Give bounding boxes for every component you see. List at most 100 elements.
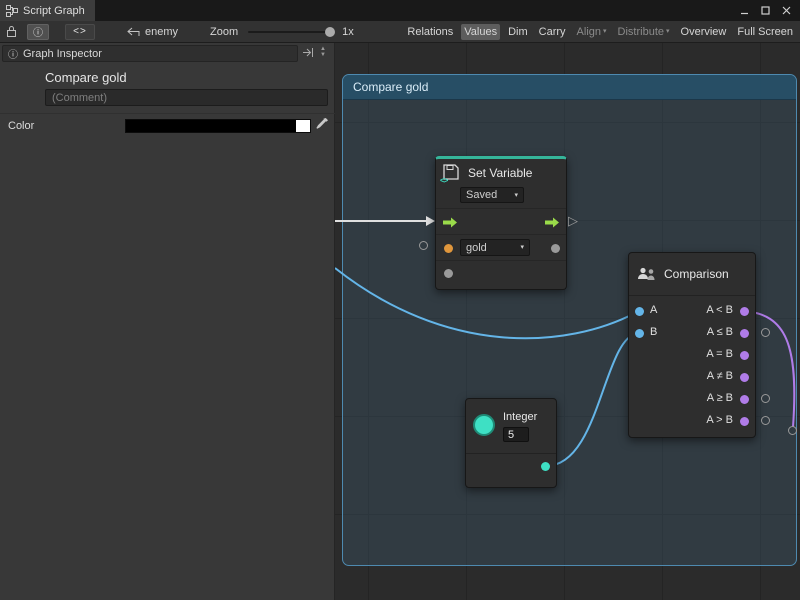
output-label: A ≤ B [707, 326, 733, 338]
tab-label: Script Graph [23, 5, 85, 17]
variable-kind-port[interactable] [444, 244, 453, 253]
input-a-label: A [650, 304, 657, 316]
graph-canvas[interactable]: Compare gold <> Set Variable Saved ▾ [335, 43, 800, 600]
zoom-slider[interactable] [248, 31, 332, 33]
close-icon[interactable] [782, 6, 791, 15]
color-alpha-segment [296, 120, 310, 132]
carry-button[interactable]: Carry [536, 24, 569, 40]
value-in-port[interactable] [444, 269, 453, 278]
integer-type-icon [473, 414, 495, 436]
comparison-node[interactable]: Comparison A A < B B A ≤ B A = B A ≠ B [628, 252, 756, 438]
flow-row [436, 208, 566, 234]
unconnected-port[interactable] [761, 416, 770, 425]
window-controls [740, 6, 800, 15]
save-variable-icon: <> [442, 163, 462, 183]
node-title: Comparison [664, 267, 729, 281]
flow-out-port[interactable] [544, 217, 560, 228]
comparison-row: A > B [629, 410, 755, 432]
divider [0, 113, 335, 114]
distribute-dropdown-button[interactable]: Distribute ▾ [615, 24, 673, 40]
output-a-less-b-port[interactable] [740, 307, 749, 316]
values-button[interactable]: Values [461, 24, 500, 40]
flow-continue-port[interactable]: ▷ [568, 214, 578, 227]
graph-icon [6, 5, 18, 17]
overview-button[interactable]: Overview [678, 24, 730, 40]
toolbar-buttons: Relations Values Dim Carry Align ▾ Distr… [404, 24, 800, 40]
relations-button[interactable]: Relations [404, 24, 456, 40]
integer-node[interactable]: Integer 5 [465, 398, 557, 488]
zoom-value: 1x [342, 26, 354, 38]
variable-name-dropdown[interactable]: gold ▾ [460, 239, 530, 256]
chevron-down-icon: ▾ [520, 244, 524, 251]
wire-endpoint-port[interactable] [788, 426, 797, 435]
maximize-icon[interactable] [761, 6, 770, 15]
graph-inspector-panel: ⓘ Graph Inspector ▲ ▼ Compare gold Color [0, 43, 335, 600]
output-label: A > B [706, 414, 733, 426]
output-a-eq-b-port[interactable] [740, 351, 749, 360]
variable-name-row: gold ▾ [436, 234, 566, 260]
tab-script-graph[interactable]: Script Graph [0, 0, 95, 21]
color-label: Color [8, 120, 34, 132]
lock-icon[interactable] [6, 25, 17, 38]
code-icon: <> [73, 26, 87, 37]
code-view-button[interactable]: <> [65, 24, 95, 40]
variable-kind-dropdown[interactable]: Saved ▾ [460, 187, 524, 203]
input-b-label: B [650, 326, 657, 338]
output-label: A = B [706, 348, 733, 360]
comparison-row: A A < B [629, 300, 755, 322]
unconnected-port[interactable] [761, 394, 770, 403]
breadcrumb-label: enemy [145, 26, 178, 38]
divider [466, 453, 556, 454]
value-out-port[interactable] [551, 244, 560, 253]
minimize-icon[interactable] [740, 6, 749, 15]
comparison-row: A ≥ B [629, 388, 755, 410]
group-title: Compare gold [353, 80, 428, 94]
spin-down-icon[interactable]: ▼ [320, 52, 326, 58]
input-a-port[interactable] [635, 307, 644, 316]
value-input-row [436, 260, 566, 284]
set-variable-node[interactable]: <> Set Variable Saved ▾ gold ▾ [435, 156, 567, 290]
color-swatch[interactable] [125, 119, 311, 133]
info-icon: ⓘ [33, 24, 43, 39]
output-label: A < B [706, 304, 733, 316]
set-variable-header[interactable]: <> Set Variable [436, 159, 566, 183]
panel-scroll-spinner[interactable]: ▲ ▼ [320, 46, 326, 58]
comment-input[interactable] [45, 89, 328, 106]
comparison-row: A = B [629, 344, 755, 366]
dim-button[interactable]: Dim [505, 24, 531, 40]
unconnected-port[interactable] [419, 241, 428, 250]
graph-breadcrumb[interactable]: enemy [127, 26, 178, 38]
full-screen-button[interactable]: Full Screen [734, 24, 796, 40]
node-title: Set Variable [468, 163, 532, 180]
inspector-toggle-button[interactable]: ⓘ [27, 24, 49, 40]
inspector-header: ⓘ Graph Inspector [2, 45, 298, 62]
align-dropdown-button[interactable]: Align ▾ [574, 24, 610, 40]
dock-panel-icon[interactable] [302, 47, 314, 58]
integer-out-port[interactable] [541, 462, 550, 471]
chevron-down-icon: ▾ [514, 192, 518, 199]
output-label: A ≥ B [707, 392, 733, 404]
comparison-header[interactable]: Comparison [629, 253, 755, 296]
output-label: A ≠ B [707, 370, 733, 382]
group-frame-header[interactable]: Compare gold [343, 75, 796, 100]
output-a-lte-b-port[interactable] [740, 329, 749, 338]
chevron-down-icon: ▾ [666, 28, 670, 35]
zoom-label: Zoom [210, 26, 238, 38]
flow-in-port[interactable] [442, 217, 458, 228]
people-icon [637, 267, 657, 282]
graph-title: Compare gold [45, 70, 127, 85]
comparison-row: A ≠ B [629, 366, 755, 388]
inspector-header-label: Graph Inspector [23, 48, 102, 60]
jump-arrow-icon [127, 27, 140, 37]
title-bar: Script Graph [0, 0, 800, 21]
integer-value-field[interactable]: 5 [503, 427, 529, 442]
node-title: Integer [503, 411, 537, 423]
info-icon: ⓘ [8, 46, 18, 61]
input-b-port[interactable] [635, 329, 644, 338]
zoom-slider-handle[interactable] [325, 27, 335, 37]
eyedropper-icon[interactable] [316, 117, 329, 132]
output-a-gte-b-port[interactable] [740, 395, 749, 404]
output-a-gt-b-port[interactable] [740, 417, 749, 426]
output-a-neq-b-port[interactable] [740, 373, 749, 382]
unconnected-port[interactable] [761, 328, 770, 337]
